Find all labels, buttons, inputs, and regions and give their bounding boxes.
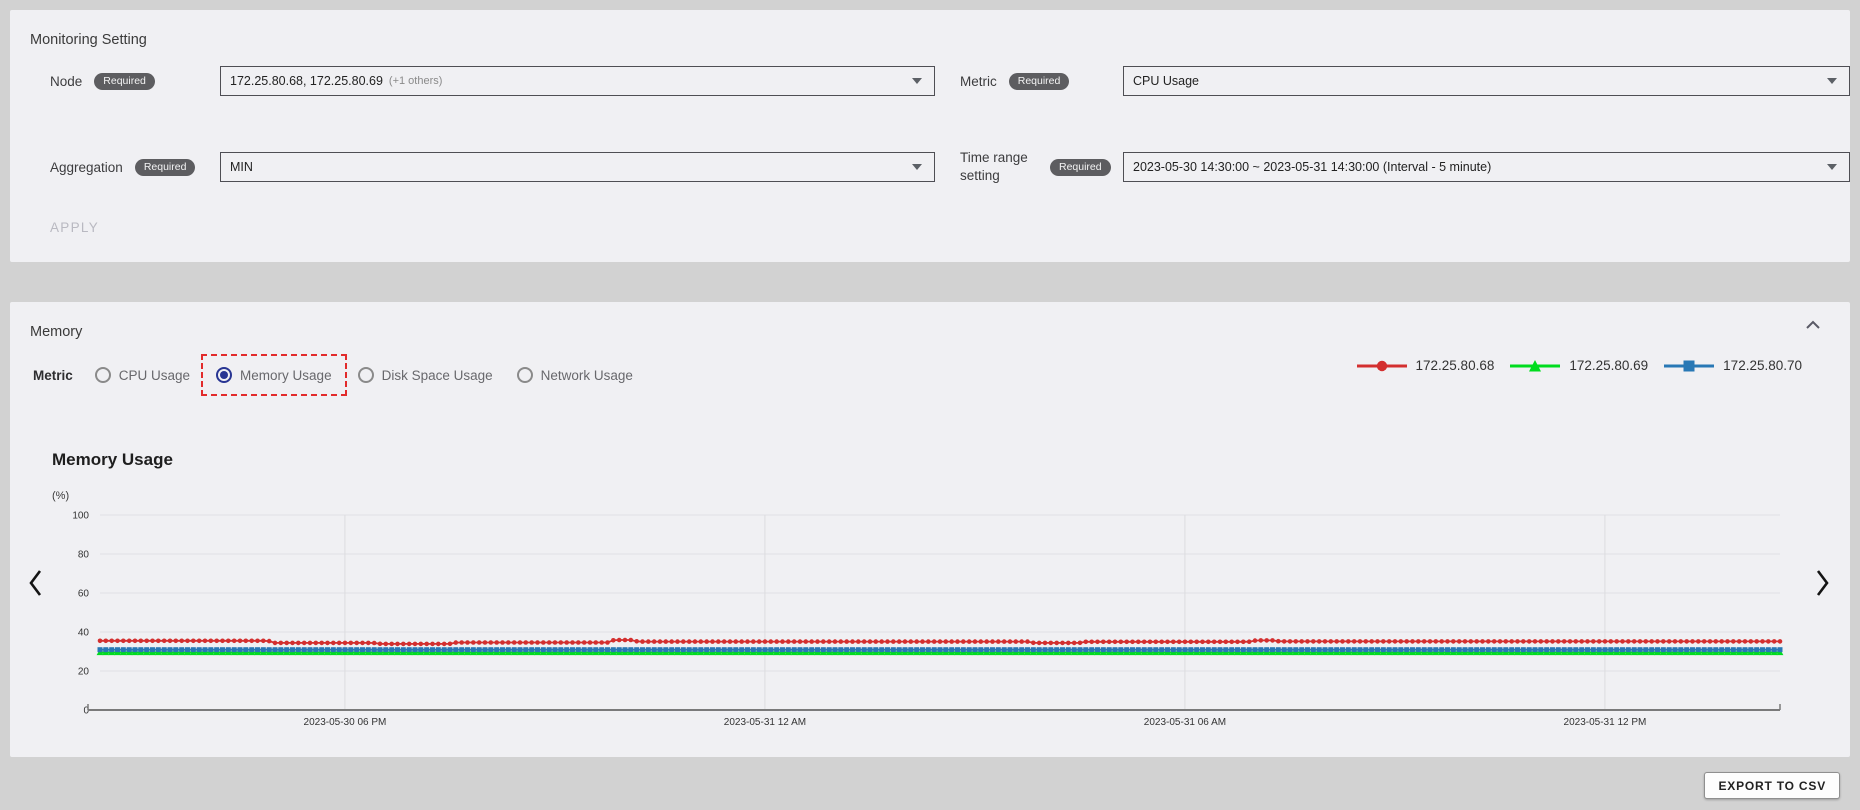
dropdown-caret-icon <box>1827 164 1837 170</box>
dropdown-caret-icon <box>912 164 922 170</box>
chevron-right-icon <box>1815 569 1831 597</box>
radio-option-cpu-usage[interactable]: CPU Usage <box>95 367 190 383</box>
node-value: 172.25.80.68, 172.25.80.69 <box>230 74 383 88</box>
svg-text:2023-05-30 06 PM: 2023-05-30 06 PM <box>304 717 387 728</box>
svg-text:2023-05-31 06 AM: 2023-05-31 06 AM <box>1144 717 1226 728</box>
triangle-marker-icon <box>1510 359 1560 373</box>
radio-option-label: Network Usage <box>541 368 633 383</box>
square-marker-icon <box>1664 359 1714 373</box>
metric-select[interactable]: CPU Usage <box>1123 66 1850 96</box>
required-badge: Required <box>1009 73 1070 90</box>
metric-group-label: Metric <box>33 368 73 383</box>
radio-option-network-usage[interactable]: Network Usage <box>517 367 633 383</box>
required-badge: Required <box>1050 159 1111 176</box>
time-range-select[interactable]: 2023-05-30 14:30:00 ~ 2023-05-31 14:30:0… <box>1123 152 1850 182</box>
time-range-field-group: Time range setting Required 2023-05-30 1… <box>960 152 1850 182</box>
radio-unselected-icon <box>358 367 374 383</box>
aggregation-select[interactable]: MIN <box>220 152 935 182</box>
radio-option-label: Disk Space Usage <box>382 368 493 383</box>
collapse-panel-button[interactable] <box>1802 316 1824 334</box>
node-label: Node <box>50 74 82 89</box>
required-badge: Required <box>94 73 155 90</box>
svg-text:20: 20 <box>78 667 90 678</box>
time-range-value: 2023-05-30 14:30:00 ~ 2023-05-31 14:30:0… <box>1133 160 1491 174</box>
required-badge: Required <box>135 159 196 176</box>
monitoring-page: { "monitoring": { "title": "Monitoring S… <box>0 0 1860 810</box>
legend-label: 172.25.80.68 <box>1416 358 1495 373</box>
node-field-group: Node Required 172.25.80.68, 172.25.80.69… <box>50 66 935 96</box>
aggregation-value: MIN <box>230 160 253 174</box>
legend-label: 172.25.80.69 <box>1569 358 1648 373</box>
chevron-left-icon <box>27 569 43 597</box>
radio-option-label: Memory Usage <box>240 368 332 383</box>
node-select[interactable]: 172.25.80.68, 172.25.80.69 (+1 others) <box>220 66 935 96</box>
apply-button[interactable]: APPLY <box>50 220 99 235</box>
legend-item-172-25-80-70[interactable]: 172.25.80.70 <box>1664 358 1802 373</box>
chart-legend: 172.25.80.68 172.25.80.69 172.25.80.70 <box>1341 358 1802 373</box>
legend-item-172-25-80-68[interactable]: 172.25.80.68 <box>1357 358 1495 373</box>
legend-label: 172.25.80.70 <box>1723 358 1802 373</box>
metric-value: CPU Usage <box>1133 74 1199 88</box>
circle-marker-icon <box>1357 359 1407 373</box>
metric-radio-group: Metric CPU Usage Memory Usage Disk Space U… <box>33 354 657 396</box>
svg-text:40: 40 <box>78 628 90 639</box>
svg-text:100: 100 <box>72 511 89 522</box>
dropdown-caret-icon <box>912 78 922 84</box>
svg-text:80: 80 <box>78 550 90 561</box>
chart-title: Memory Usage <box>52 450 173 470</box>
legend-item-172-25-80-69[interactable]: 172.25.80.69 <box>1510 358 1648 373</box>
aggregation-field-group: Aggregation Required MIN <box>50 152 935 182</box>
svg-text:2023-05-31 12 AM: 2023-05-31 12 AM <box>724 717 806 728</box>
dropdown-caret-icon <box>1827 78 1837 84</box>
export-to-csv-button[interactable]: EXPORT TO CSV <box>1704 772 1840 799</box>
metric-label: Metric <box>960 74 997 89</box>
radio-option-memory-usage[interactable]: Memory Usage <box>201 354 347 396</box>
chart-next-button[interactable] <box>1810 568 1836 600</box>
time-range-label: Time range setting <box>960 149 1038 185</box>
memory-usage-chart: 0204060801002023-05-30 06 PM2023-05-31 1… <box>65 502 1805 737</box>
svg-text:2023-05-31 12 PM: 2023-05-31 12 PM <box>1564 717 1647 728</box>
radio-unselected-icon <box>517 367 533 383</box>
chevron-up-icon <box>1805 320 1821 330</box>
monitoring-setting-panel: Monitoring Setting Node Required 172.25.… <box>10 10 1850 262</box>
radio-option-label: CPU Usage <box>119 368 190 383</box>
radio-selected-icon <box>216 367 232 383</box>
chart-y-axis-unit: (%) <box>52 490 69 502</box>
node-value-suffix: (+1 others) <box>389 75 443 87</box>
panel-title: Monitoring Setting <box>30 32 147 48</box>
memory-panel: Memory Metric CPU Usage Memory Usage Disk … <box>10 302 1850 757</box>
radio-option-disk-space-usage[interactable]: Disk Space Usage <box>358 367 493 383</box>
radio-unselected-icon <box>95 367 111 383</box>
aggregation-label: Aggregation <box>50 160 123 175</box>
chart-prev-button[interactable] <box>22 568 48 600</box>
metric-field-group: Metric Required CPU Usage <box>960 66 1850 96</box>
memory-panel-title: Memory <box>30 324 82 340</box>
svg-text:60: 60 <box>78 589 90 600</box>
